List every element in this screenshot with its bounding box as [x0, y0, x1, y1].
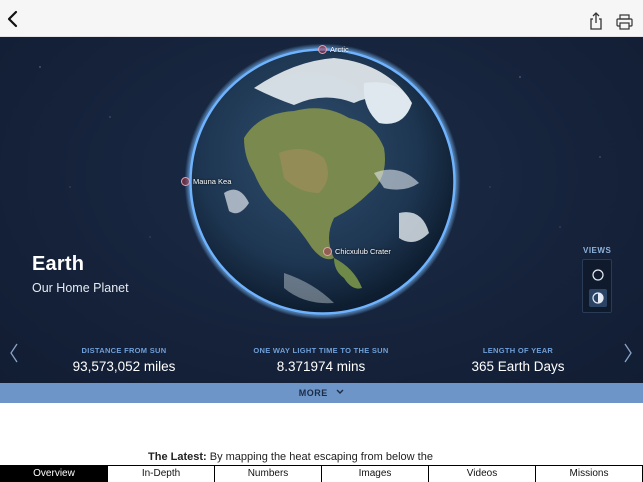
stat-label: DISTANCE FROM SUN [81, 346, 167, 355]
more-button[interactable]: MORE [0, 383, 643, 403]
section-tab-bar: Overview In-Depth Numbers Images Videos … [0, 465, 643, 482]
poi-label: Mauna Kea [193, 177, 232, 186]
stat-light-time: ONE WAY LIGHT TIME TO THE SUN 8.371974 m… [221, 346, 421, 374]
chevron-down-icon [336, 389, 344, 394]
stat-value: 8.371974 mins [276, 359, 366, 374]
views-label: VIEWS [583, 246, 612, 255]
planet-title: Earth [32, 253, 85, 275]
poi-chicxulub-crater[interactable]: Chicxulub Crater [323, 247, 391, 256]
poi-label: Chicxulub Crater [335, 247, 391, 256]
tab-overview[interactable]: Overview [0, 466, 108, 482]
tab-images[interactable]: Images [322, 466, 429, 482]
planet-hero: Arctic Mauna Kea Chicxulub Crater Earth … [0, 37, 643, 383]
stat-value: 365 Earth Days [471, 359, 565, 374]
tab-numbers[interactable]: Numbers [215, 466, 322, 482]
tab-missions[interactable]: Missions [536, 466, 643, 482]
views-panel [582, 259, 612, 313]
poi-label: Arctic [330, 45, 349, 54]
stat-length-of-year: LENGTH OF YEAR 365 Earth Days [418, 346, 618, 374]
content-area: The Latest: By mapping the heat escaping… [0, 403, 643, 465]
top-toolbar [0, 0, 643, 37]
circle-outline-icon[interactable] [589, 266, 607, 284]
stat-label: ONE WAY LIGHT TIME TO THE SUN [253, 346, 389, 355]
chevron-left-icon[interactable] [4, 9, 22, 29]
tab-in-depth[interactable]: In-Depth [108, 466, 215, 482]
printer-icon[interactable] [616, 14, 633, 30]
poi-mauna-kea[interactable]: Mauna Kea [181, 177, 231, 186]
latest-prefix: The Latest: [148, 451, 207, 463]
share-icon[interactable] [588, 12, 604, 30]
poi-marker-icon [318, 45, 327, 54]
planet-subtitle: Our Home Planet [32, 281, 129, 295]
stat-value: 93,573,052 miles [72, 359, 176, 374]
more-label: MORE [298, 388, 328, 398]
chevron-left-icon[interactable] [8, 342, 20, 364]
poi-arctic[interactable]: Arctic [318, 45, 349, 54]
tab-videos[interactable]: Videos [429, 466, 536, 482]
chevron-right-icon[interactable] [622, 342, 634, 364]
latest-body: By mapping the heat escaping from below … [206, 451, 433, 463]
latest-news-text[interactable]: The Latest: By mapping the heat escaping… [148, 451, 433, 463]
half-shaded-circle-icon[interactable] [589, 289, 607, 307]
stat-distance-from-sun: DISTANCE FROM SUN 93,573,052 miles [24, 346, 224, 374]
poi-marker-icon [181, 177, 190, 186]
poi-marker-icon [323, 247, 332, 256]
stat-label: LENGTH OF YEAR [482, 346, 554, 355]
app-window: Arctic Mauna Kea Chicxulub Crater Earth … [0, 0, 643, 482]
